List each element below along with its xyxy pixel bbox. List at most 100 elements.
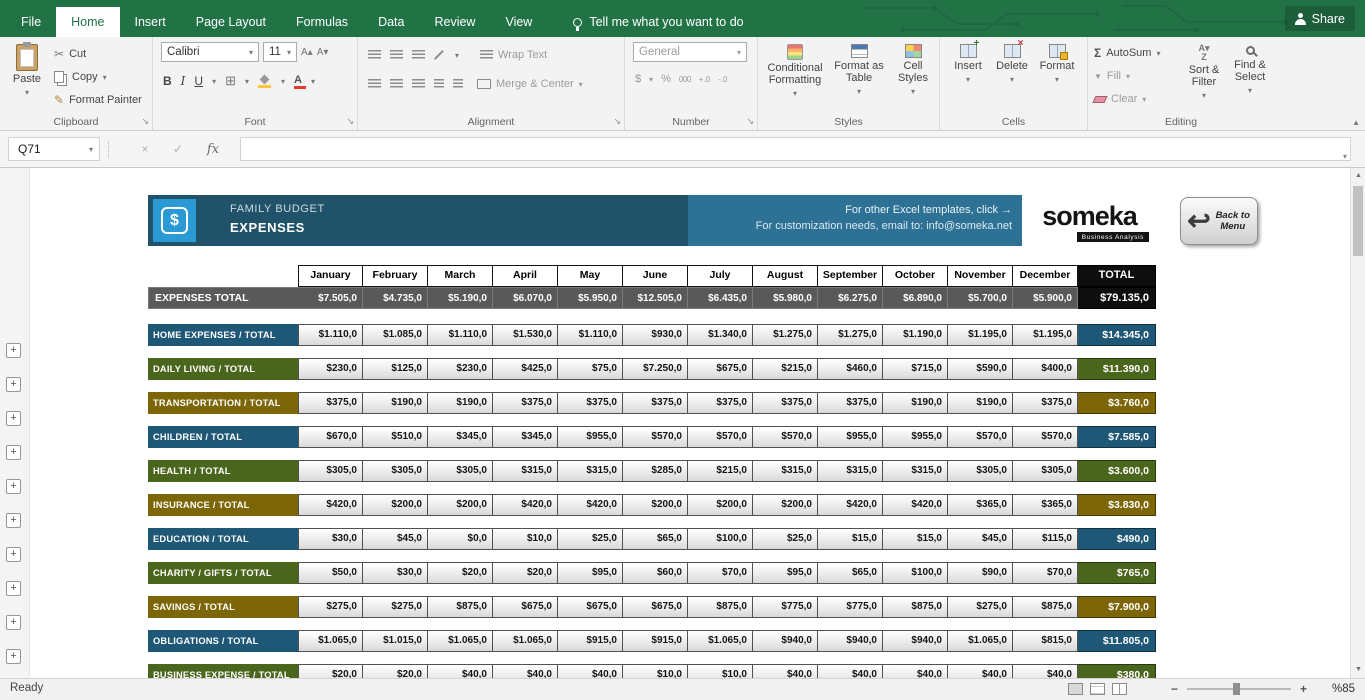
category-label[interactable]: CHARITY / GIFTS / TOTAL — [148, 562, 298, 584]
month-value-cell[interactable]: $40,0 — [818, 664, 883, 678]
expenses-total-value[interactable]: $5.900,0 — [1013, 287, 1078, 309]
month-value-cell[interactable]: $570,0 — [1013, 426, 1078, 448]
month-value-cell[interactable]: $940,0 — [883, 630, 948, 652]
month-value-cell[interactable]: $40,0 — [948, 664, 1013, 678]
month-value-cell[interactable]: $375,0 — [1013, 392, 1078, 414]
wrap-text-button[interactable]: Wrap Text — [480, 45, 547, 65]
dialog-launcher-icon[interactable]: ↘ — [746, 116, 754, 127]
month-value-cell[interactable]: $1.085,0 — [363, 324, 428, 346]
month-value-cell[interactable]: $675,0 — [688, 358, 753, 380]
align-left-icon[interactable] — [368, 79, 381, 89]
month-value-cell[interactable]: $315,0 — [558, 460, 623, 482]
month-value-cell[interactable]: $65,0 — [623, 528, 688, 550]
month-value-cell[interactable]: $1.065,0 — [428, 630, 493, 652]
align-top-icon[interactable] — [368, 50, 381, 60]
dialog-launcher-icon[interactable]: ↘ — [613, 116, 621, 127]
tab-home[interactable]: Home — [56, 7, 119, 37]
month-value-cell[interactable]: $190,0 — [883, 392, 948, 414]
month-value-cell[interactable]: $50,0 — [298, 562, 363, 584]
month-value-cell[interactable]: $40,0 — [428, 664, 493, 678]
month-value-cell[interactable]: $305,0 — [948, 460, 1013, 482]
month-value-cell[interactable]: $1.275,0 — [753, 324, 818, 346]
month-header-cell[interactable]: February — [363, 265, 428, 287]
cell-styles-button[interactable]: Cell Styles ▾ — [890, 41, 936, 107]
month-value-cell[interactable]: $1.015,0 — [363, 630, 428, 652]
month-value-cell[interactable]: $305,0 — [428, 460, 493, 482]
month-value-cell[interactable]: $275,0 — [948, 596, 1013, 618]
zoom-slider-thumb[interactable] — [1233, 683, 1240, 695]
expenses-total-value[interactable]: $7.505,0 — [298, 287, 363, 309]
month-value-cell[interactable]: $25,0 — [558, 528, 623, 550]
month-value-cell[interactable]: $275,0 — [363, 596, 428, 618]
month-value-cell[interactable]: $75,0 — [558, 358, 623, 380]
month-value-cell[interactable]: $590,0 — [948, 358, 1013, 380]
month-value-cell[interactable]: $1.530,0 — [493, 324, 558, 346]
month-value-cell[interactable]: $95,0 — [753, 562, 818, 584]
month-value-cell[interactable]: $915,0 — [623, 630, 688, 652]
month-value-cell[interactable]: $930,0 — [623, 324, 688, 346]
category-total-cell[interactable]: $380,0 — [1078, 664, 1156, 678]
tab-view[interactable]: View — [490, 7, 547, 37]
page-break-view-icon[interactable] — [1112, 683, 1127, 695]
month-value-cell[interactable]: $230,0 — [298, 358, 363, 380]
cut-button[interactable]: ✂ Cut — [54, 44, 142, 64]
month-value-cell[interactable]: $375,0 — [753, 392, 818, 414]
month-value-cell[interactable]: $190,0 — [428, 392, 493, 414]
tab-page-layout[interactable]: Page Layout — [181, 7, 281, 37]
accounting-format-icon[interactable]: $ — [635, 73, 641, 85]
category-label[interactable]: CHILDREN / TOTAL — [148, 426, 298, 448]
scroll-down-icon[interactable]: ▼ — [1351, 662, 1365, 678]
expenses-total-value[interactable]: $6.070,0 — [493, 287, 558, 309]
category-total-cell[interactable]: $3.600,0 — [1078, 460, 1156, 482]
month-header-cell[interactable]: July — [688, 265, 753, 287]
outline-expand-button[interactable]: + — [6, 547, 21, 562]
insert-function-button[interactable]: fx — [200, 137, 226, 161]
month-value-cell[interactable]: $875,0 — [688, 596, 753, 618]
month-value-cell[interactable]: $570,0 — [948, 426, 1013, 448]
month-value-cell[interactable]: $10,0 — [688, 664, 753, 678]
zoom-slider[interactable] — [1187, 688, 1291, 690]
month-value-cell[interactable]: $425,0 — [493, 358, 558, 380]
zoom-in-icon[interactable]: + — [1300, 682, 1307, 696]
name-box[interactable]: Q71 ▾ — [8, 137, 100, 161]
month-value-cell[interactable]: $30,0 — [363, 562, 428, 584]
month-value-cell[interactable]: $25,0 — [753, 528, 818, 550]
month-value-cell[interactable]: $420,0 — [818, 494, 883, 516]
expenses-total-value[interactable]: $4.735,0 — [363, 287, 428, 309]
tab-review[interactable]: Review — [419, 7, 490, 37]
category-total-cell[interactable]: $3.830,0 — [1078, 494, 1156, 516]
month-value-cell[interactable]: $305,0 — [363, 460, 428, 482]
category-total-cell[interactable]: $7.900,0 — [1078, 596, 1156, 618]
month-value-cell[interactable]: $1.065,0 — [298, 630, 363, 652]
tab-file[interactable]: File — [6, 7, 56, 37]
align-middle-icon[interactable] — [390, 50, 403, 60]
month-value-cell[interactable]: $40,0 — [493, 664, 558, 678]
month-value-cell[interactable]: $45,0 — [948, 528, 1013, 550]
month-header-cell[interactable]: October — [883, 265, 948, 287]
month-value-cell[interactable]: $400,0 — [1013, 358, 1078, 380]
outline-expand-button[interactable]: + — [6, 411, 21, 426]
insert-cells-button[interactable]: Insert ▾ — [948, 41, 988, 107]
month-value-cell[interactable]: $420,0 — [558, 494, 623, 516]
month-value-cell[interactable]: $345,0 — [428, 426, 493, 448]
month-value-cell[interactable]: $940,0 — [818, 630, 883, 652]
clear-button[interactable]: Clear ▾ — [1094, 89, 1160, 109]
month-value-cell[interactable]: $315,0 — [818, 460, 883, 482]
scroll-up-icon[interactable]: ▲ — [1351, 168, 1365, 184]
month-value-cell[interactable]: $1.195,0 — [948, 324, 1013, 346]
font-name-select[interactable]: Calibri ▾ — [161, 42, 259, 62]
sort-filter-button[interactable]: A▾ Z Sort & Filter ▾ — [1182, 41, 1226, 107]
category-total-cell[interactable]: $11.390,0 — [1078, 358, 1156, 380]
month-value-cell[interactable]: $375,0 — [558, 392, 623, 414]
increase-decimal-icon[interactable]: +.0 — [699, 75, 710, 84]
month-value-cell[interactable]: $7.250,0 — [623, 358, 688, 380]
expenses-total-value[interactable]: $6.890,0 — [883, 287, 948, 309]
orientation-icon[interactable] — [434, 49, 446, 61]
font-color-icon[interactable]: A — [294, 74, 302, 89]
formula-input[interactable]: ▾ — [240, 137, 1351, 161]
month-value-cell[interactable]: $365,0 — [1013, 494, 1078, 516]
category-total-cell[interactable]: $3.760,0 — [1078, 392, 1156, 414]
month-value-cell[interactable]: $1.195,0 — [1013, 324, 1078, 346]
category-label[interactable]: EDUCATION / TOTAL — [148, 528, 298, 550]
month-value-cell[interactable]: $20,0 — [493, 562, 558, 584]
